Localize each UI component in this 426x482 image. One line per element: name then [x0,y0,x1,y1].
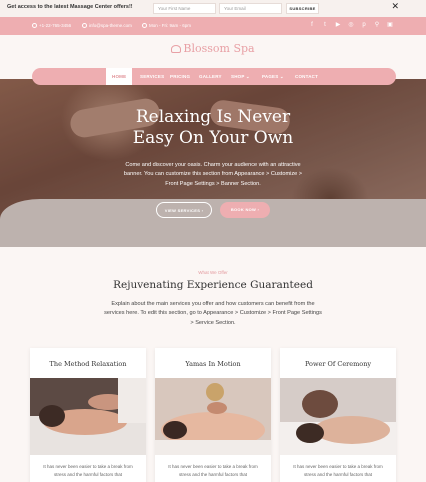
email-text: info@spa-theme.com [89,23,132,28]
nav-item-pricing[interactable]: PRICING [164,68,196,85]
hours-text: Mon - Fri: 9am - 6pm [149,23,192,28]
search-icon[interactable]: ⚲ [374,22,380,28]
service-card[interactable]: Power Of Ceremony It has never been easi… [280,348,396,482]
service-card-text: It has never been easier to take a break… [43,464,133,477]
mail-icon [82,23,87,28]
pinterest-icon[interactable]: p [361,22,367,28]
service-card-title: The Method Relaxation [49,360,127,368]
section-title: Rejuvenating Experience Guaranteed [113,279,313,291]
service-card[interactable]: Yamas In Motion It has never been easier… [155,348,271,482]
phone-text: +1-22-765-3456 [39,23,72,28]
service-card-image [30,378,146,455]
lotus-icon [171,45,182,53]
service-card-title: Yamas In Motion [185,360,241,368]
hero-title-line1: Relaxing Is Never [135,107,291,127]
service-card-image [155,378,271,455]
close-icon[interactable]: ✕ [391,1,399,12]
site-logo[interactable]: Blossom Spa [0,42,426,55]
youtube-icon[interactable]: ▶ [335,22,341,28]
main-nav: HOME SERVICES PRICING GALLERY SHOP ⌄ PAG… [32,68,396,85]
section-eyebrow: What We Offer [198,270,228,275]
promo-message: Get access to the latest Massage Center … [7,4,133,10]
service-card-title: Power Of Ceremony [304,360,372,368]
instagram-icon[interactable]: ◎ [348,22,354,28]
contact-bar: +1-22-765-3456 info@spa-theme.com Mon - … [0,17,426,35]
nav-item-gallery[interactable]: GALLERY [193,68,228,85]
service-card-text: It has never been easier to take a break… [168,464,258,477]
section-description: Explain about the main services you offe… [104,301,322,326]
facebook-icon[interactable]: f [309,22,315,28]
first-name-input[interactable]: Your First Name [153,3,216,14]
promo-bar: Get access to the latest Massage Center … [0,0,426,17]
nav-item-shop[interactable]: SHOP ⌄ [225,68,256,85]
nav-item-home[interactable]: HOME [106,68,133,85]
clock-icon [142,23,147,28]
phone-icon [32,23,37,28]
subscribe-button[interactable]: SUBSCRIBE [286,3,319,14]
hero-title-line2: Easy On Your Own [132,128,294,148]
email-item[interactable]: info@spa-theme.com [82,23,132,28]
logo-text: Blossom Spa [183,42,255,55]
cart-icon[interactable]: ▣ [387,22,393,28]
service-card-image [280,378,396,455]
view-services-button[interactable]: VIEW SERVICES › [156,202,212,218]
nav-item-contact[interactable]: CONTACT [289,68,324,85]
twitter-icon[interactable]: t [322,22,328,28]
hours-item: Mon - Fri: 9am - 6pm [142,23,191,28]
nav-item-pages[interactable]: PAGES ⌄ [256,68,290,85]
hero-description: Come and discover your oasis. Charm your… [123,162,303,187]
email-input[interactable]: Your Email [219,3,282,14]
service-card[interactable]: The Method Relaxation It has never been … [30,348,146,482]
book-now-button[interactable]: BOOK NOW › [220,202,270,218]
social-links: f t ▶ ◎ p ⚲ ▣ [309,22,393,28]
hero-banner: Relaxing Is Never Easy On Your Own Come … [0,79,426,247]
service-card-text: It has never been easier to take a break… [293,464,383,477]
phone-item[interactable]: +1-22-765-3456 [32,23,71,28]
hero-title: Relaxing Is Never Easy On Your Own [0,107,426,149]
